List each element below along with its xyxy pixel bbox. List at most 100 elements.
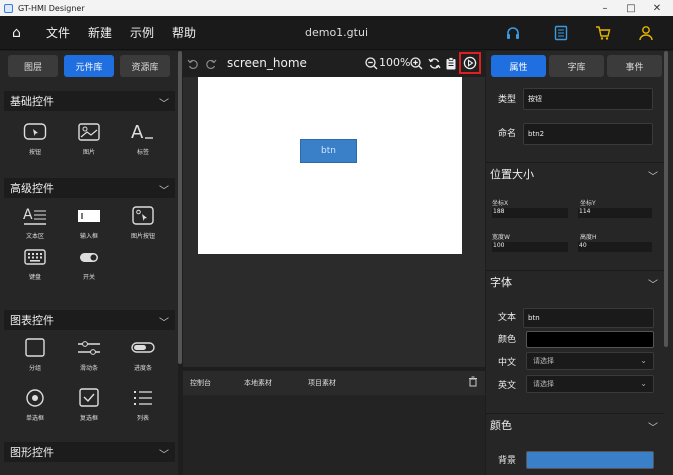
text-color-swatch[interactable] <box>526 331 654 348</box>
height-label: 高度H <box>580 234 597 241</box>
text-field[interactable]: btn <box>523 308 654 328</box>
tool-input-box[interactable]: 输入框 <box>65 204 113 240</box>
menu-bar: ⌂ 文件 新建 示例 帮助 demo1.gtui <box>0 16 673 50</box>
zoom-out-icon[interactable] <box>365 57 378 70</box>
list-icon <box>134 391 152 405</box>
tab-layers[interactable]: 图层 <box>8 55 58 77</box>
zoom-level: 100% <box>379 56 411 69</box>
width-label: 宽度W <box>492 234 510 241</box>
svg-text:A: A <box>131 122 144 143</box>
y-label: 坐标Y <box>580 200 596 207</box>
tab-components[interactable]: 元件库 <box>64 55 114 77</box>
tool-slider[interactable]: 滑动条 <box>65 336 113 372</box>
chevron-down-icon: ⌄ <box>640 356 647 365</box>
tab-console[interactable]: 控制台 <box>190 378 211 388</box>
height-field[interactable]: 40 <box>578 242 652 252</box>
textarea-icon: A <box>23 207 46 225</box>
tab-events[interactable]: 事件 <box>607 55 662 77</box>
run-preview-button[interactable] <box>459 52 481 74</box>
right-scrollbar[interactable] <box>664 51 668 347</box>
tool-image[interactable]: 图片 <box>65 120 113 156</box>
zoom-in-icon[interactable] <box>410 57 423 70</box>
trash-icon[interactable] <box>468 376 478 387</box>
image-icon <box>78 123 100 141</box>
input-box-icon <box>78 210 100 222</box>
english-font-select[interactable]: 请选择 ⌄ <box>526 375 654 393</box>
chinese-font-select[interactable]: 请选择 ⌄ <box>526 352 654 370</box>
window-titlebar: GT-HMI Designer – □ ✕ <box>0 0 673 16</box>
menu-new[interactable]: 新建 <box>88 16 112 50</box>
minimize-button[interactable]: – <box>592 0 618 16</box>
chevron-down-icon: ﹀ <box>159 186 169 197</box>
tool-button[interactable]: 按钮 <box>11 120 59 156</box>
menu-file[interactable]: 文件 <box>46 16 70 50</box>
tab-project-assets[interactable]: 项目素材 <box>308 378 336 388</box>
tool-label[interactable]: A 标签 <box>119 120 167 156</box>
tab-local-assets[interactable]: 本地素材 <box>244 378 272 388</box>
section-chart-controls[interactable]: 图表控件 ﹀ <box>4 310 175 330</box>
maximize-button[interactable]: □ <box>618 0 644 16</box>
tool-textarea[interactable]: A 文本区 <box>11 204 59 240</box>
chevron-down-icon: ﹀ <box>159 450 169 461</box>
cart-icon[interactable] <box>595 25 611 41</box>
undo-icon[interactable] <box>187 58 199 70</box>
keyboard-icon <box>24 249 46 265</box>
width-field[interactable]: 100 <box>492 242 568 252</box>
section-position-size[interactable]: 位置大小 ﹀ <box>486 162 664 184</box>
y-field[interactable]: 114 <box>578 208 652 218</box>
home-icon[interactable]: ⌂ <box>12 16 21 50</box>
tool-group[interactable]: 分组 <box>11 336 59 372</box>
headset-icon[interactable] <box>505 25 521 41</box>
section-advanced-controls[interactable]: 高级控件 ﹀ <box>4 178 175 198</box>
svg-text:A: A <box>23 207 33 223</box>
chevron-down-icon: ﹀ <box>648 172 658 183</box>
left-panel: 图层 元件库 资源库 基础控件 ﹀ 按钮 图片 A 标签 高级控件 ﹀ A 文本… <box>0 51 178 475</box>
background-label: 背景 <box>498 456 517 466</box>
tool-switch[interactable]: 开关 <box>65 245 113 281</box>
name-field[interactable]: btn2 <box>523 123 653 145</box>
name-label: 命名 <box>498 129 517 139</box>
section-basic-controls[interactable]: 基础控件 ﹀ <box>4 91 175 111</box>
design-canvas[interactable] <box>198 77 462 254</box>
play-circle-icon <box>463 56 477 70</box>
close-button[interactable]: ✕ <box>644 0 670 16</box>
chevron-down-icon: ﹀ <box>159 318 169 329</box>
text-label: 文本 <box>498 313 517 323</box>
tool-list[interactable]: 列表 <box>119 386 167 422</box>
chinese-font-label: 中文 <box>498 358 517 368</box>
chevron-down-icon: ﹀ <box>648 423 658 434</box>
book-icon[interactable] <box>553 25 569 41</box>
tab-fonts[interactable]: 字库 <box>549 55 604 77</box>
section-shape-controls[interactable]: 图形控件 ﹀ <box>4 442 175 462</box>
tab-properties[interactable]: 属性 <box>491 55 546 77</box>
x-field[interactable]: 188 <box>492 208 568 218</box>
right-panel: 属性 字库 事件 类型 按钮 命名 btn2 位置大小 ﹀ 坐标X 188 坐标… <box>486 51 673 475</box>
tool-radio[interactable]: 单选框 <box>11 386 59 422</box>
redo-icon[interactable] <box>205 58 217 70</box>
menu-examples[interactable]: 示例 <box>130 16 154 50</box>
chevron-down-icon: ⌄ <box>640 379 647 388</box>
left-scrollbar[interactable] <box>178 51 182 364</box>
tab-resources[interactable]: 资源库 <box>120 55 170 77</box>
section-font[interactable]: 字体 ﹀ <box>486 270 664 292</box>
tool-keyboard[interactable]: 键盘 <box>11 245 59 281</box>
tool-image-button[interactable]: 图片按钮 <box>119 204 167 240</box>
user-icon[interactable] <box>638 25 654 41</box>
section-color[interactable]: 颜色 ﹀ <box>486 413 664 435</box>
x-label: 坐标X <box>492 200 509 207</box>
progress-icon <box>131 342 155 353</box>
group-icon <box>25 338 45 357</box>
english-font-label: 英文 <box>498 381 517 391</box>
chevron-down-icon: ﹀ <box>648 280 658 291</box>
chevron-down-icon: ﹀ <box>159 99 169 110</box>
menu-help[interactable]: 帮助 <box>172 16 196 50</box>
canvas-toolbar: screen_home 100% <box>183 51 485 77</box>
app-logo-icon <box>4 3 13 13</box>
canvas-button-widget[interactable]: btn <box>300 139 357 163</box>
refresh-icon[interactable] <box>428 57 441 70</box>
tool-checkbox[interactable]: 复选框 <box>65 386 113 422</box>
color-label: 颜色 <box>498 335 517 345</box>
tool-progress[interactable]: 进度条 <box>119 336 167 372</box>
background-color-swatch[interactable] <box>526 451 654 469</box>
clipboard-icon[interactable] <box>445 57 457 70</box>
